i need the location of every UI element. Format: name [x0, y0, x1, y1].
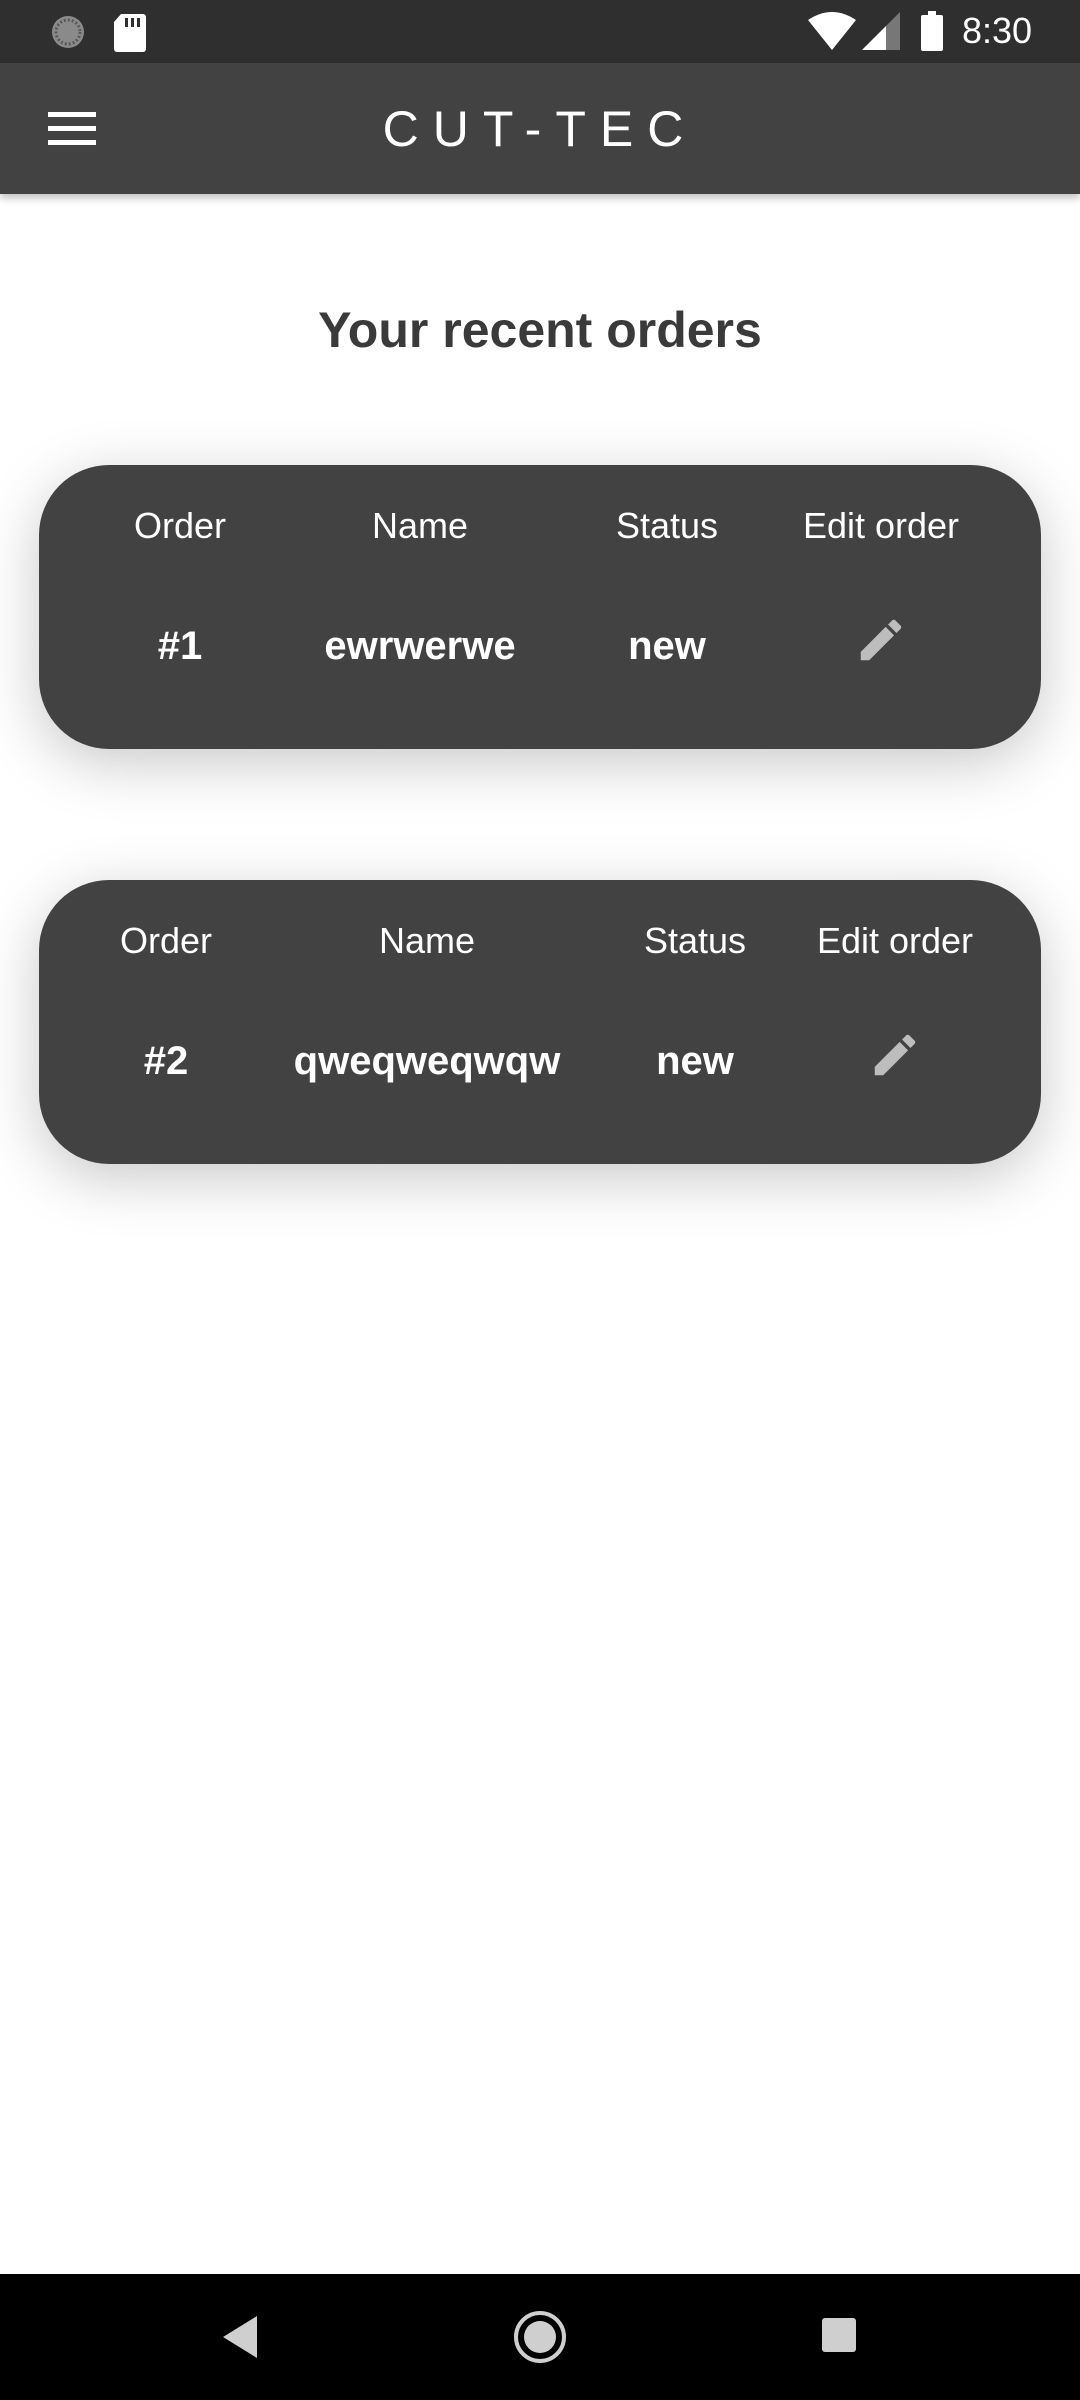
- edit-column-header: Edit order: [802, 505, 960, 546]
- status-column-header: Status: [615, 505, 719, 546]
- battery-icon: [921, 11, 943, 51]
- order-number: #2: [143, 1039, 189, 1083]
- order-name: ewrwerwe: [324, 624, 516, 668]
- order-name: qweqweqwqw: [293, 1039, 561, 1083]
- order-card: Order Name Status Edit order #1 ewrwerwe…: [39, 465, 1041, 749]
- status-column-header: Status: [643, 920, 747, 961]
- edit-order-button[interactable]: [860, 1020, 930, 1090]
- wifi-icon: [808, 12, 856, 50]
- pencil-icon: [860, 619, 902, 661]
- order-status: new: [628, 624, 706, 668]
- order-card: Order Name Status Edit order #2 qweqweqw…: [39, 880, 1041, 1164]
- app-bar: CUT-TEC: [0, 63, 1080, 194]
- edit-column-header: Edit order: [816, 920, 974, 961]
- sd-card-icon: [114, 14, 146, 52]
- order-column-header: Order: [133, 505, 227, 546]
- order-number: #1: [157, 624, 203, 668]
- order-column-header: Order: [119, 920, 213, 961]
- order-status: new: [656, 1039, 734, 1083]
- status-time: 8:30: [962, 10, 1033, 51]
- signal-icon: [862, 12, 900, 50]
- back-icon[interactable]: [215, 2310, 265, 2364]
- system-nav-bar: [0, 2274, 1080, 2400]
- recents-icon[interactable]: [818, 2314, 862, 2358]
- pencil-icon: [874, 1034, 916, 1076]
- app-title: CUT-TEC: [382, 101, 698, 157]
- sync-icon: [52, 16, 84, 48]
- home-icon[interactable]: [512, 2309, 568, 2365]
- status-bar: 8:30: [0, 0, 1080, 63]
- name-column-header: Name: [378, 920, 476, 961]
- page-title: Your recent orders: [318, 302, 762, 358]
- edit-order-button[interactable]: [846, 605, 916, 675]
- name-column-header: Name: [371, 505, 469, 546]
